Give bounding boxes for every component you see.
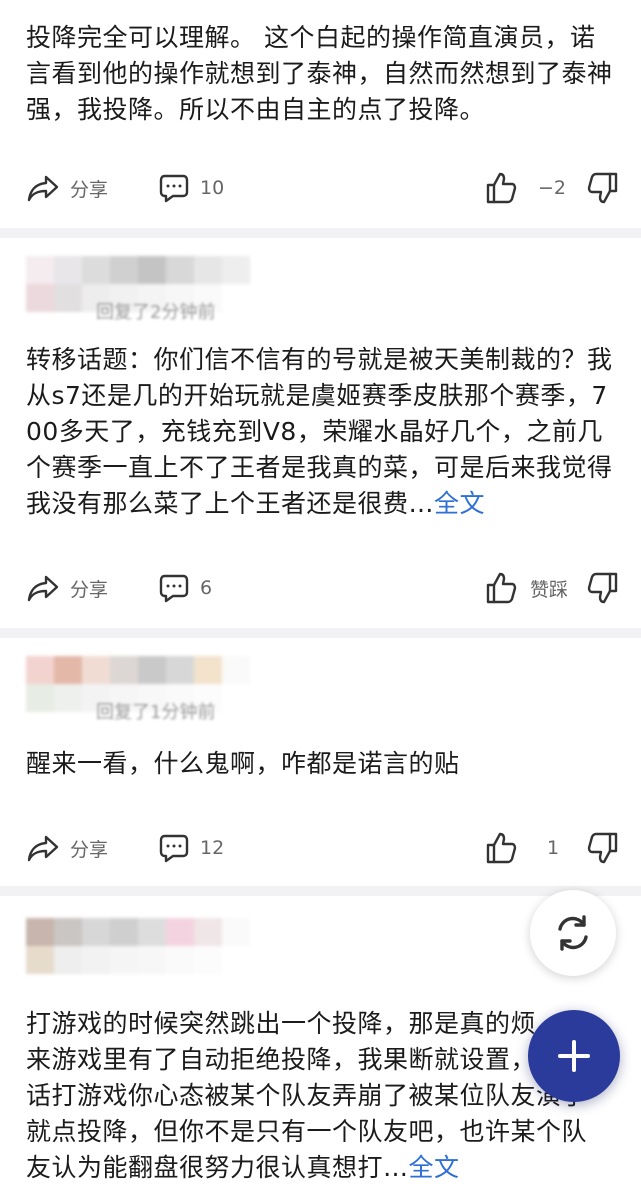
like-button[interactable] [484, 568, 518, 608]
reply-button[interactable]: 6 [158, 568, 212, 608]
share-arrow-icon [27, 835, 59, 862]
comment-text[interactable]: 打游戏的时候突然跳出一个投降，那是真的烦，后来游戏里有了自动拒绝投降，我果断就设… [26, 1006, 611, 1186]
comment-divider [0, 628, 641, 638]
add-post-button[interactable] [528, 1010, 620, 1102]
comment-actions: 分享 10 −2 [0, 168, 641, 208]
comment-card: 回复了2分钟前 转移话题：你们信不信有的号就是被天美制裁的？我从s7还是几的开始… [0, 238, 641, 628]
refresh-button[interactable] [530, 890, 616, 976]
reply-button[interactable]: 12 [158, 828, 224, 868]
thumbs-down-icon [587, 572, 618, 604]
vote-score: 1 [547, 828, 559, 868]
comment-actions: 分享 6 赞踩 [0, 568, 641, 608]
thumbs-up-icon [486, 832, 517, 864]
thumbs-down-icon [587, 832, 618, 864]
share-button[interactable]: 分享 [26, 568, 108, 608]
comment-time: 回复了2分钟前 [96, 302, 216, 323]
like-button[interactable] [484, 828, 518, 868]
comment-actions: 分享 12 1 [0, 828, 641, 868]
vote-score-text: 赞踩 [530, 578, 569, 601]
comment-time: 回复了1分钟前 [96, 702, 216, 723]
vote-score: 赞踩 [530, 568, 568, 608]
share-button[interactable]: 分享 [26, 828, 108, 868]
dislike-button[interactable] [586, 828, 620, 868]
comment-divider [0, 886, 641, 896]
full-text-link[interactable]: 全文 [409, 1153, 460, 1182]
full-text-link[interactable]: 全文 [434, 489, 485, 518]
comment-text-content: 转移话题：你们信不信有的号就是被天美制裁的？我从s7还是几的开始玩就是虞姬赛季皮… [26, 345, 613, 518]
comment-text[interactable]: 转移话题：你们信不信有的号就是被天美制裁的？我从s7还是几的开始玩就是虞姬赛季皮… [26, 342, 619, 522]
comment-card: 回复了1分钟前 醒来一看，什么鬼啊，咋都是诺言的贴 分享 12 1 [0, 638, 641, 886]
share-label: 分享 [70, 178, 109, 201]
share-button[interactable]: 分享 [26, 168, 108, 208]
reply-count: 12 [200, 837, 225, 859]
comment-text-content: 打游戏的时候突然跳出一个投降，那是真的烦，后来游戏里有了自动拒绝投降，我果断就设… [26, 1009, 588, 1182]
comment-text[interactable]: 醒来一看，什么鬼啊，咋都是诺言的贴 [26, 746, 619, 782]
like-button[interactable] [484, 168, 518, 208]
thumbs-up-icon [486, 572, 517, 604]
comment-bubble-icon [159, 174, 189, 203]
refresh-icon [558, 915, 588, 951]
dislike-button[interactable] [586, 168, 620, 208]
comment-card: 投降完全可以理解。 这个白起的操作简直演员，诺言看到他的操作就想到了泰神，自然而… [0, 0, 641, 228]
thumbs-down-icon [587, 172, 618, 204]
blurred-user-info [26, 918, 250, 974]
share-arrow-icon [27, 575, 59, 602]
share-arrow-icon [27, 175, 59, 202]
thumbs-up-icon [486, 172, 517, 204]
dislike-button[interactable] [586, 568, 620, 608]
vote-score-text: 1 [547, 837, 560, 859]
comment-bubble-icon [159, 834, 189, 863]
share-label: 分享 [70, 838, 109, 861]
vote-score-text: −2 [538, 177, 567, 199]
comment-divider [0, 228, 641, 238]
share-label: 分享 [70, 578, 109, 601]
reply-count: 10 [200, 177, 225, 199]
reply-count: 6 [200, 577, 213, 599]
comment-bubble-icon [159, 574, 189, 603]
comment-text[interactable]: 投降完全可以理解。 这个白起的操作简直演员，诺言看到他的操作就想到了泰神，自然而… [26, 20, 619, 128]
vote-score: −2 [538, 168, 566, 208]
plus-icon [558, 1040, 590, 1072]
reply-button[interactable]: 10 [158, 168, 224, 208]
